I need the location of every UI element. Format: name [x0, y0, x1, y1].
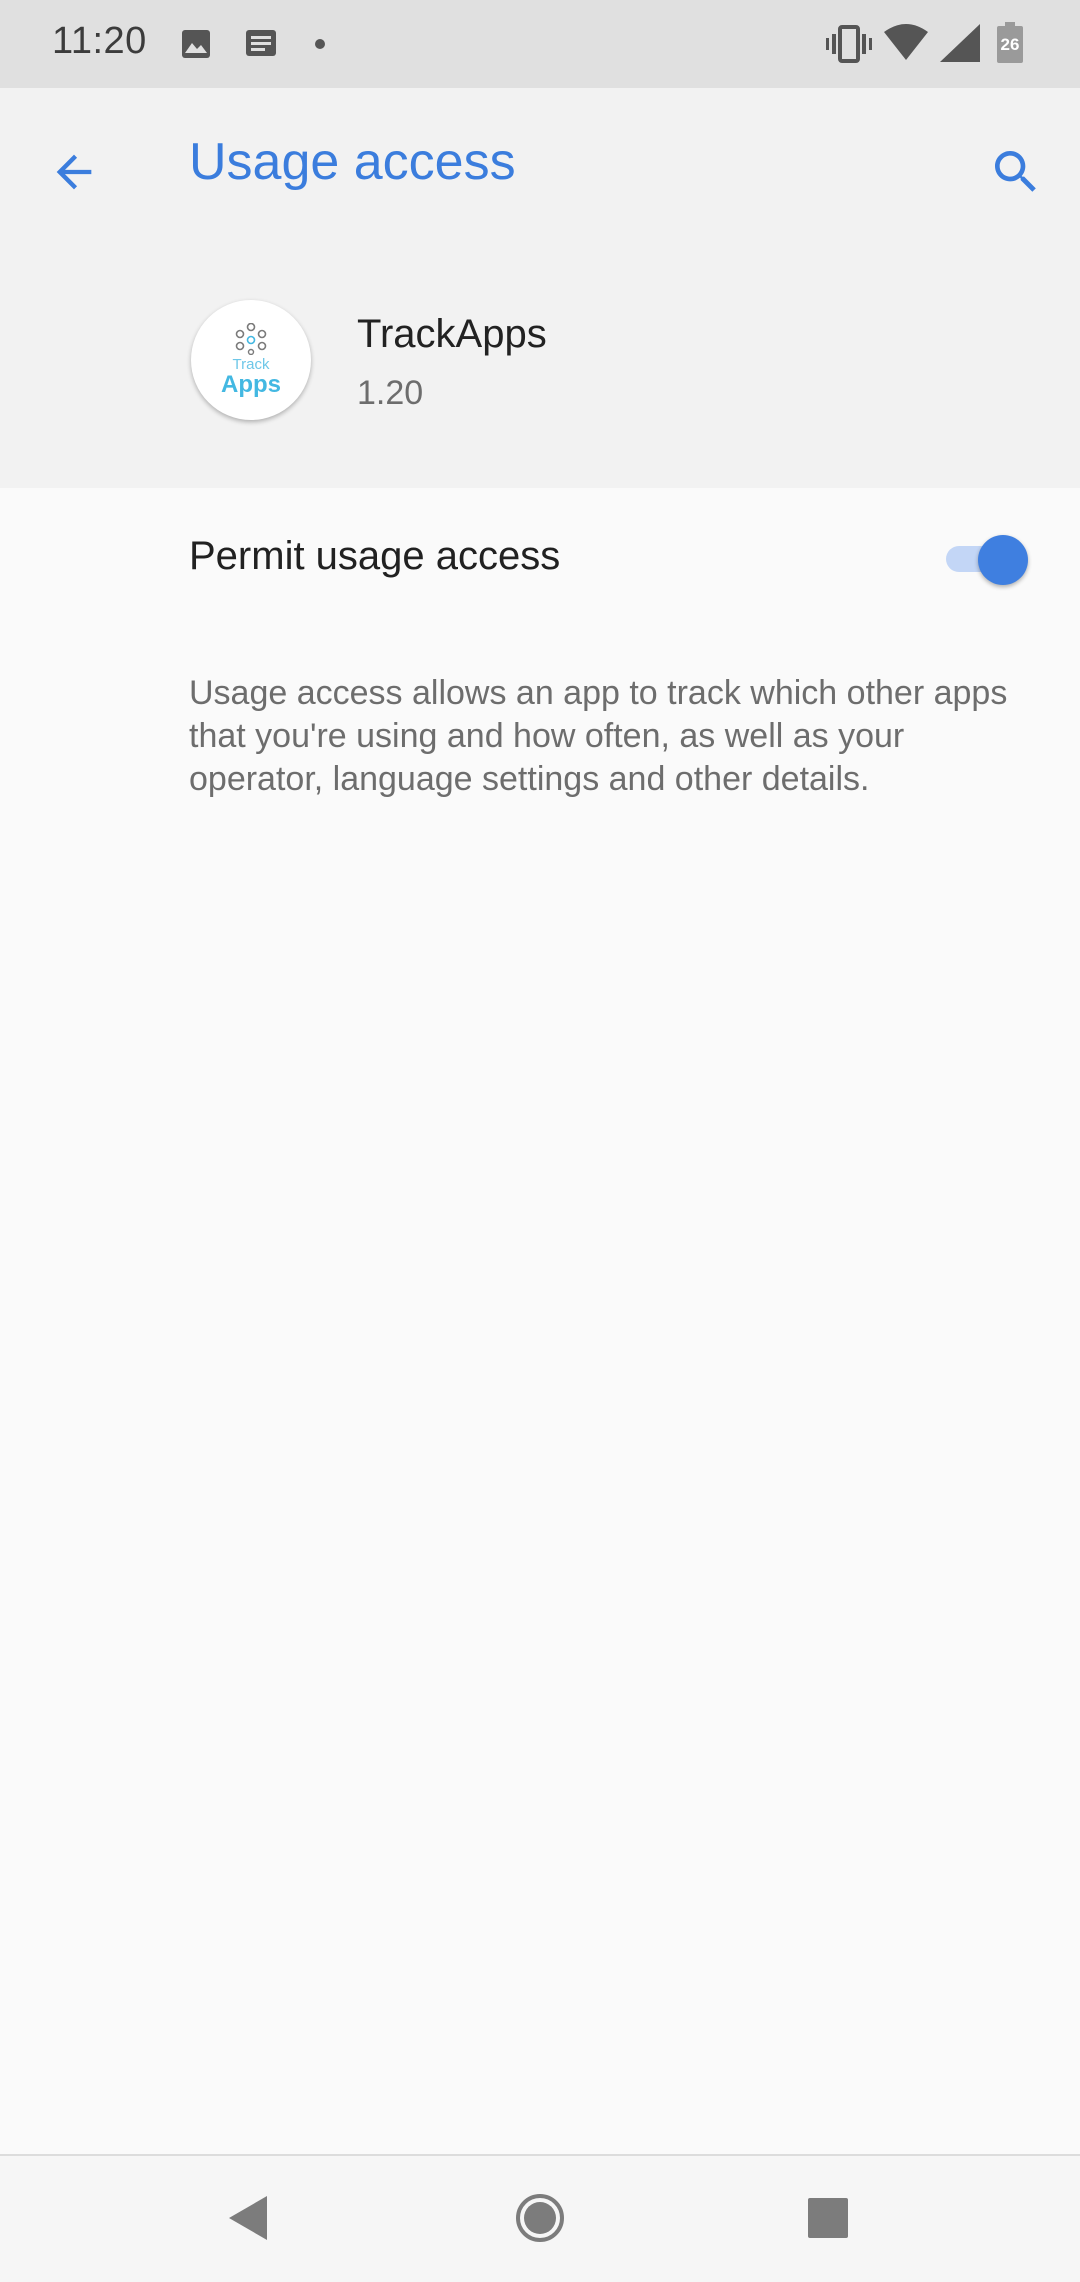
back-button[interactable] — [30, 128, 118, 216]
app-icon-text-apps: Apps — [221, 371, 281, 398]
app-icon: Track Apps — [191, 300, 311, 420]
app-version: 1.20 — [357, 374, 424, 412]
back-triangle-icon — [229, 2196, 267, 2240]
back-arrow-icon — [56, 154, 92, 190]
app-name: TrackApps — [357, 312, 547, 356]
search-icon — [995, 151, 1036, 192]
switch-thumb — [978, 535, 1028, 585]
nav-recents-button[interactable] — [778, 2168, 878, 2268]
permit-usage-access-row[interactable]: Permit usage access — [0, 488, 1080, 628]
dot-icon — [315, 39, 325, 49]
permit-usage-access-label: Permit usage access — [189, 534, 561, 578]
page-title: Usage access — [189, 133, 516, 191]
permit-usage-access-switch[interactable] — [944, 535, 1028, 585]
recents-square-icon — [808, 2198, 848, 2238]
search-button[interactable] — [972, 128, 1060, 216]
image-icon — [182, 30, 210, 58]
navigation-bar — [0, 2154, 1080, 2282]
nav-home-button[interactable] — [490, 2168, 590, 2268]
battery-level: 26 — [1000, 35, 1020, 54]
nav-back-button[interactable] — [198, 2168, 298, 2268]
status-time: 11:20 — [52, 20, 147, 62]
app-logo-dots-icon — [235, 323, 267, 355]
signal-icon — [940, 24, 980, 62]
message-icon — [246, 30, 276, 56]
battery-icon: 26 — [996, 22, 1024, 64]
status-bar: 11:20 26 — [0, 0, 1080, 88]
vibrate-icon — [826, 25, 872, 63]
wifi-icon — [884, 24, 928, 60]
app-header: Usage access Track Apps TrackApps 1.20 — [0, 88, 1080, 488]
home-circle-icon — [516, 2194, 564, 2242]
usage-access-description: Usage access allows an app to track whic… — [189, 674, 1008, 798]
